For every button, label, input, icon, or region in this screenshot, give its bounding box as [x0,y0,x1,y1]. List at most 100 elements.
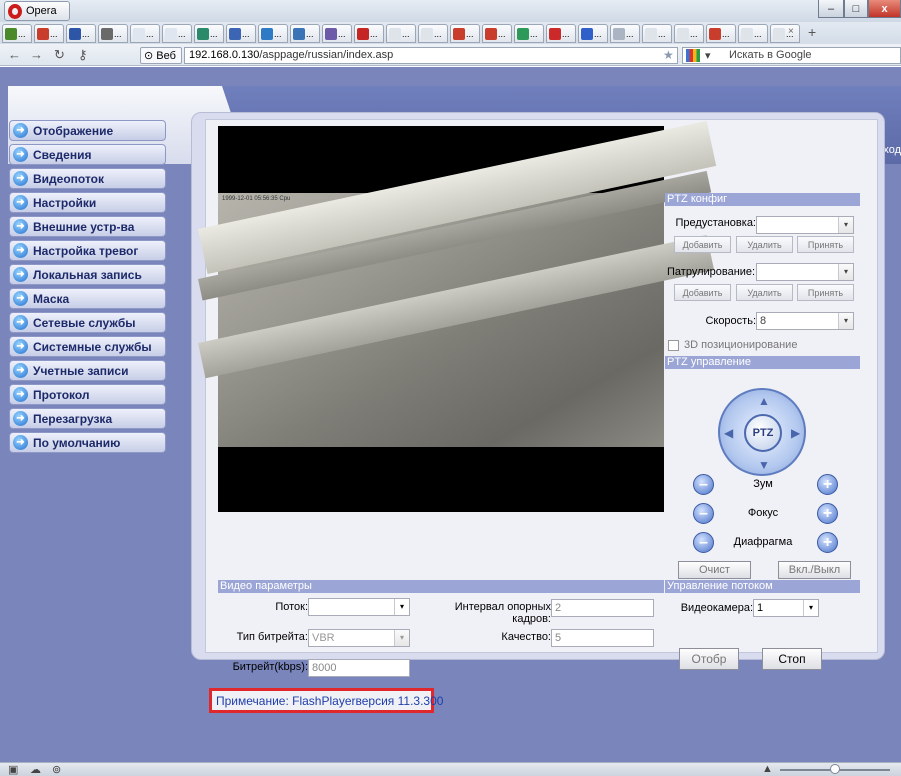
browser-tab[interactable]: ... [738,24,768,43]
browser-tab[interactable]: ... [482,24,512,43]
sidebar-item[interactable]: ➜ Настройки [9,192,166,213]
sidebar-item[interactable]: ➜ Учетные записи [9,360,166,381]
new-tab-button[interactable]: + [808,24,816,40]
sidebar-item[interactable]: ➜ Настройка тревог [9,240,166,261]
preset-delete-button[interactable]: Удалить [736,236,793,253]
pos3d-checkbox[interactable] [668,340,679,351]
clear-button[interactable]: Очист [678,561,751,579]
sidebar-item[interactable]: ➜ Внешние устр-ва [9,216,166,237]
url-field[interactable]: 192.168.0.130/asppage/russian/index.asp [184,47,678,64]
browser-tab[interactable]: ... [194,24,224,43]
camera-select[interactable]: 1 ▾ [753,599,819,617]
close-window-button[interactable]: x [868,0,901,18]
focus-plus-button[interactable]: + [817,503,838,524]
sidebar-item[interactable]: ➜ Локальная запись [9,264,166,285]
stream-select[interactable]: ▾ [308,598,410,616]
zoom-plus-button[interactable]: + [817,474,838,495]
browser-tab[interactable]: ... [642,24,672,43]
bitrate-type-value: VBR [312,632,335,644]
video-viewport[interactable]: 1999-12-01 05:56:35 Cpu [198,120,717,512]
patrol-add-button[interactable]: Добавить [674,284,731,301]
panel-toggle-icon[interactable]: ▣ [8,763,18,776]
tab-label: ... [370,28,378,39]
opera-menu-button[interactable]: Opera [4,1,70,21]
browser-tab[interactable]: ... [418,24,448,43]
sidebar-item[interactable]: ➜ Сетевые службы [9,312,166,333]
browser-tab[interactable]: ... [770,24,800,43]
browser-tab[interactable]: ... [354,24,384,43]
zoom-minus-button[interactable]: – [693,474,714,495]
browser-tab[interactable]: ... [290,24,320,43]
focus-minus-button[interactable]: – [693,503,714,524]
browser-tab[interactable]: ... [386,24,416,43]
preset-apply-button[interactable]: Принять [797,236,854,253]
bookmark-star-icon[interactable]: ★ [663,48,674,62]
search-field[interactable]: ▾ Искать в Google [682,47,901,64]
iris-plus-button[interactable]: + [817,532,838,553]
security-badge[interactable]: ⊙ Веб [140,47,182,64]
patrol-delete-button[interactable]: Удалить [736,284,793,301]
sidebar-item-label: Системные службы [33,339,152,354]
cloud-icon[interactable]: ☁ [30,763,41,776]
bitrate-input[interactable]: 8000 [308,659,410,677]
speed-select[interactable]: 8 ▾ [756,312,854,330]
close-tab-icon[interactable]: × [788,26,794,37]
browser-tab[interactable]: ... [578,24,608,43]
tab-label: ... [18,28,26,39]
arrow-left-icon[interactable]: ◀ [724,426,733,440]
video-osd-text: 1999-12-01 05:56:35 Cpu [222,196,291,202]
browser-tab[interactable]: ... [98,24,128,43]
iris-minus-button[interactable]: – [693,532,714,553]
quality-input[interactable]: 5 [551,629,654,647]
sidebar-item[interactable]: ➜ Перезагрузка [9,408,166,429]
browser-tab[interactable]: ... [162,24,192,43]
zoom-slider-handle[interactable] [830,764,840,774]
show-button[interactable]: Отобр [679,648,739,670]
browser-tab[interactable]: ... [34,24,64,43]
browser-tab[interactable]: ... [322,24,352,43]
browser-tab[interactable]: ... [66,24,96,43]
tab-favicon-icon [485,27,497,40]
arrow-up-icon[interactable]: ▲ [758,394,770,408]
speed-dial-icon[interactable]: ⊚ [52,763,61,776]
sidebar-item[interactable]: ➜ Протокол [9,384,166,405]
preset-select[interactable]: ▾ [756,216,854,234]
sidebar-item[interactable]: ➜ Отображение [9,120,166,141]
arrow-right-icon: ➜ [13,363,28,378]
onoff-button[interactable]: Вкл./Выкл [778,561,851,579]
search-dropdown-icon[interactable]: ▾ [705,49,711,62]
gop-input[interactable]: 2 [551,599,654,617]
browser-tab[interactable]: ... [546,24,576,43]
sidebar-item[interactable]: ➜ Системные службы [9,336,166,357]
browser-tab[interactable]: ... [2,24,32,43]
patrol-apply-button[interactable]: Принять [797,284,854,301]
sidebar-item[interactable]: ➜ Видеопоток [9,168,166,189]
forward-icon[interactable]: → [30,47,43,62]
back-icon[interactable]: ← [8,47,21,62]
reload-icon[interactable]: ↻ [54,47,65,63]
tab-favicon-icon [581,27,593,40]
arrow-down-icon[interactable]: ▼ [758,458,770,472]
arrow-right-icon[interactable]: ▶ [791,426,800,440]
browser-tab[interactable]: ... [514,24,544,43]
browser-tab[interactable]: ... [610,24,640,43]
browser-tab[interactable]: ... [130,24,160,43]
preset-add-button[interactable]: Добавить [674,236,731,253]
ptz-joystick[interactable]: ▲ ▼ ◀ ▶ PTZ [718,388,806,476]
browser-tab[interactable]: ... [706,24,736,43]
sidebar-item[interactable]: ➜ По умолчанию [9,432,166,453]
browser-tab[interactable]: ... [450,24,480,43]
bitrate-type-select[interactable]: VBR ▾ [308,629,410,647]
sidebar-item[interactable]: ➜ Маска [9,288,166,309]
maximize-button[interactable]: □ [844,0,868,18]
ptz-center-button[interactable]: PTZ [744,414,782,452]
stop-button[interactable]: Стоп [762,648,822,670]
tab-label: ... [626,28,634,39]
sidebar-item[interactable]: ➜ Сведения [9,144,166,165]
browser-tab[interactable]: ... [674,24,704,43]
browser-tab[interactable]: ... [226,24,256,43]
key-icon[interactable]: ⚷ [78,47,88,63]
browser-tab[interactable]: ... [258,24,288,43]
minimize-button[interactable]: – [818,0,844,18]
patrol-select[interactable]: ▾ [756,263,854,281]
